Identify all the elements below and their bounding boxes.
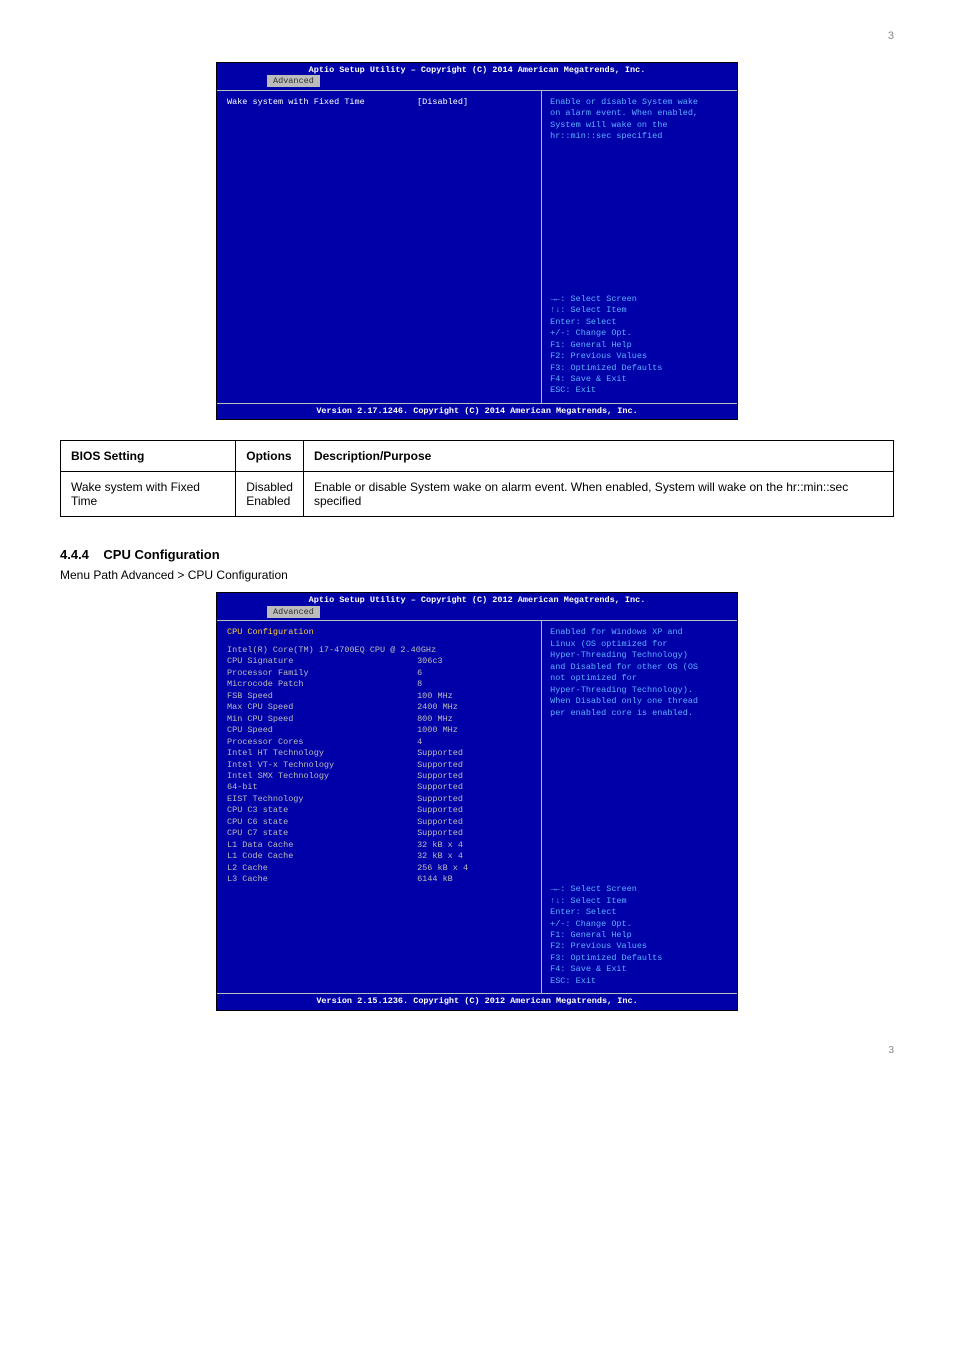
- bios2-help-text: Enabled for Windows XP and Linux (OS opt…: [550, 627, 729, 719]
- bios2-footer: Version 2.15.1236. Copyright (C) 2012 Am…: [217, 993, 737, 1009]
- bios1-title: Aptio Setup Utility – Copyright (C) 2014…: [217, 63, 737, 76]
- bios1-right-pane: Enable or disable System wake on alarm e…: [542, 91, 737, 403]
- bios2-right-pane: Enabled for Windows XP and Linux (OS opt…: [542, 621, 737, 993]
- bios2-tab: Advanced: [217, 607, 737, 620]
- opt-r1c1: Wake system with Fixed Time: [61, 472, 236, 517]
- bios-screenshot-1: Aptio Setup Utility – Copyright (C) 2014…: [216, 62, 738, 420]
- bios1-help-text: Enable or disable System wake on alarm e…: [550, 97, 729, 143]
- bios2-title: Aptio Setup Utility – Copyright (C) 2012…: [217, 593, 737, 606]
- bios-screenshot-2: Aptio Setup Utility – Copyright (C) 2012…: [216, 592, 738, 1010]
- opt-r1c2: Disabled Enabled: [236, 472, 304, 517]
- bios1-footer: Version 2.17.1246. Copyright (C) 2014 Am…: [217, 403, 737, 419]
- bios1-left-pane: Wake system with Fixed Time[Disabled]: [217, 91, 542, 403]
- opt-h2: Options: [236, 441, 304, 472]
- page-header-right: 3: [60, 30, 894, 42]
- bios1-tab: Advanced: [217, 76, 737, 89]
- opt-h3: Description/Purpose: [303, 441, 893, 472]
- bios1-key-help: →←: Select Screen ↑↓: Select Item Enter:…: [550, 294, 729, 397]
- opt-r1c3: Enable or disable System wake on alarm e…: [303, 472, 893, 517]
- opt-h1: BIOS Setting: [61, 441, 236, 472]
- section-heading: 4.4.4 CPU Configuration: [60, 547, 894, 562]
- options-table: BIOS Setting Options Description/Purpose…: [60, 440, 894, 517]
- section-sub: Menu Path Advanced > CPU Configuration: [60, 568, 894, 582]
- bios2-left-pane: CPU ConfigurationIntel(R) Core(TM) i7-47…: [217, 621, 542, 993]
- bios2-key-help: →←: Select Screen ↑↓: Select Item Enter:…: [550, 884, 729, 987]
- page-footer: 3: [888, 1045, 894, 1056]
